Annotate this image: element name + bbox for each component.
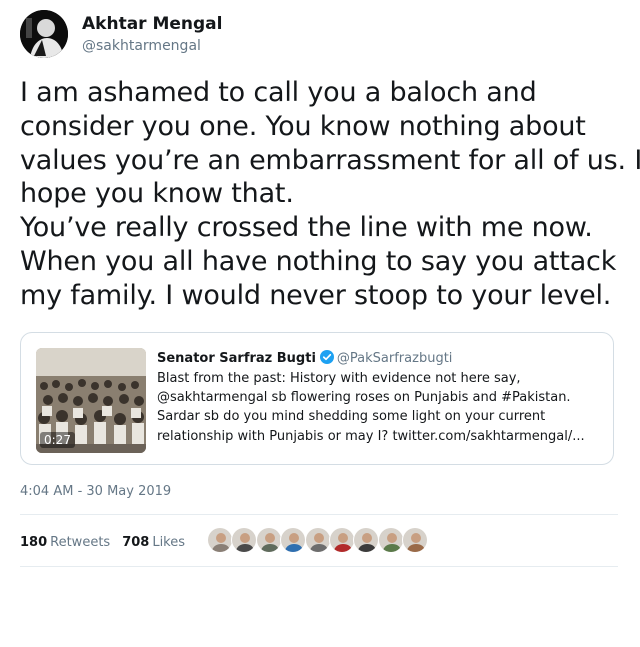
tweet-line: my family. I would never stoop to your l… (20, 279, 612, 311)
liker-avatar-icon[interactable] (402, 527, 429, 553)
author-name[interactable]: Akhtar Mengal (82, 14, 222, 34)
liker-avatar-icon[interactable] (207, 527, 233, 553)
quoted-tweet-line: relationship with Punjabis or may I? twi… (157, 428, 585, 444)
liker-avatar-icon[interactable] (255, 527, 282, 553)
tweet-line: hope you know that. (20, 178, 294, 210)
tweet-line: consider you one. You know nothing about (20, 110, 586, 142)
liker-avatar-icon[interactable] (377, 527, 404, 553)
quoted-tweet-text: Blast from the past: History with eviden… (157, 369, 607, 446)
liker-avatar-icon[interactable] (231, 527, 258, 553)
quoted-tweet-header: Senator Sarfraz Bugti @PakSarfrazbugti (157, 347, 452, 367)
tweet-text: I am ashamed to call you a baloch and co… (20, 76, 640, 313)
liker-avatar-icon[interactable] (304, 527, 331, 553)
author-handle[interactable]: @sakhtarmengal (82, 38, 201, 54)
engagement-stats: 180 Retweets 708 Likes (20, 531, 197, 550)
tweet-line: values you’re an embarrassment for all o… (20, 144, 640, 176)
likes-count[interactable]: 708 (122, 535, 149, 550)
tweet-line: When you all have nothing to say you att… (20, 245, 617, 277)
tweet-header: Akhtar Mengal @sakhtarmengal (20, 10, 620, 62)
likes-label[interactable]: Likes (152, 535, 185, 550)
quoted-author-handle[interactable]: @PakSarfrazbugti (337, 351, 452, 366)
quoted-tweet-line: Sardar sb do you mind shedding some ligh… (157, 409, 546, 425)
quoted-tweet-line: @sakhtarmengal sb flowering roses on Pun… (157, 390, 571, 406)
retweets-count[interactable]: 180 (20, 535, 47, 550)
verified-badge-icon (319, 349, 334, 368)
liker-avatar-icon[interactable] (329, 527, 355, 553)
tweet-line: You’ve really crossed the line with me n… (20, 212, 593, 244)
quoted-author-name[interactable]: Senator Sarfraz Bugti (157, 351, 316, 366)
video-thumbnail[interactable]: 0:27 (36, 348, 146, 453)
tweet-line: I am ashamed to call you a baloch and (20, 77, 537, 108)
tweet-timestamp[interactable]: 4:04 AM - 30 May 2019 (20, 484, 171, 499)
liker-avatar-icon[interactable] (280, 527, 307, 553)
retweets-label[interactable]: Retweets (50, 535, 110, 550)
quoted-tweet-card[interactable]: 0:27 Senator Sarfraz Bugti @PakSarfrazbug… (20, 332, 614, 465)
divider (20, 566, 618, 567)
profile-photo-icon[interactable] (20, 10, 68, 58)
quoted-tweet-line: Blast from the past: History with eviden… (157, 371, 521, 386)
liker-avatar-icon[interactable] (353, 527, 380, 553)
divider (20, 514, 618, 515)
video-duration: 0:27 (40, 432, 75, 448)
